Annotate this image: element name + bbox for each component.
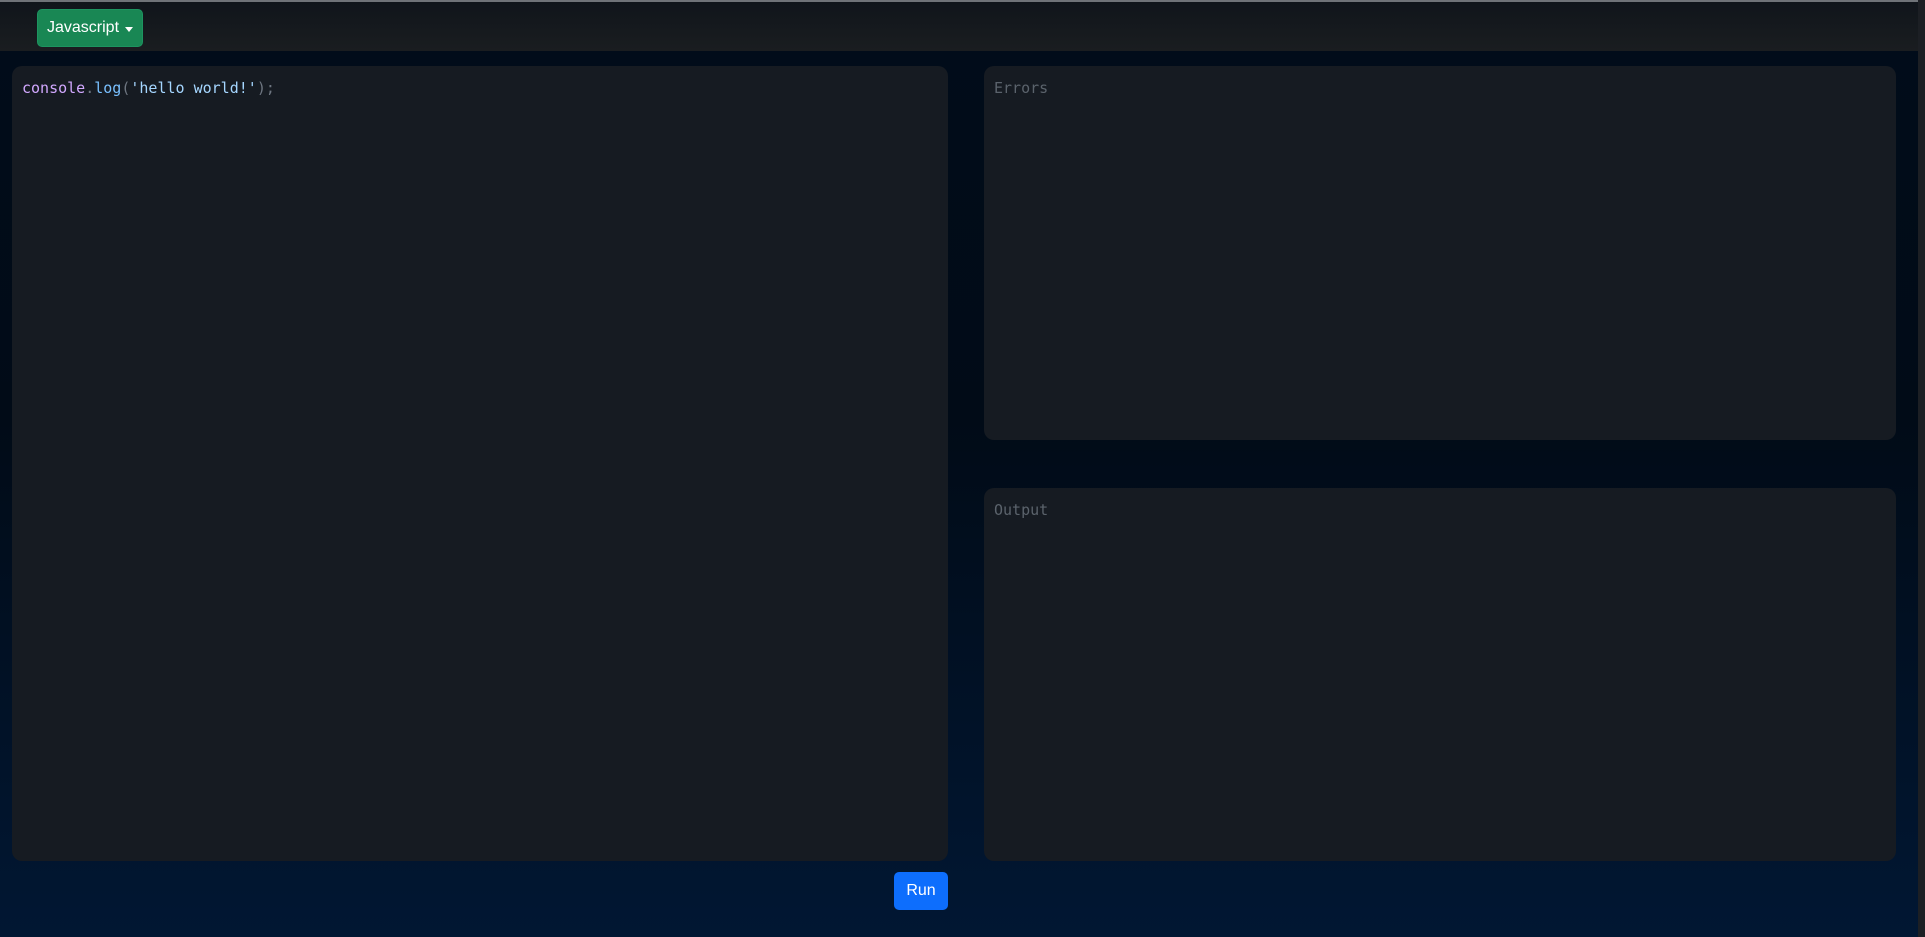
run-button[interactable]: Run — [894, 872, 948, 910]
output-panel[interactable]: Output — [984, 488, 1896, 861]
code-token-string: 'hello world!' — [130, 79, 257, 97]
errors-placeholder: Errors — [994, 79, 1049, 97]
code-token-object: console — [22, 79, 86, 97]
errors-panel[interactable]: Errors — [984, 66, 1896, 440]
code-token-close: ); — [256, 79, 275, 97]
caret-down-icon — [125, 26, 134, 32]
navbar: Javascript — [0, 2, 1925, 51]
code-token-dot: . — [85, 79, 95, 97]
code-line: console.log('hello world!'); — [22, 78, 938, 98]
language-label: Javascript — [46, 19, 120, 36]
output-placeholder: Output — [994, 501, 1049, 519]
code-editor[interactable]: console.log('hello world!'); — [12, 66, 948, 861]
scrollbar-track[interactable] — [1918, 0, 1925, 937]
language-dropdown-button[interactable]: Javascript — [37, 9, 143, 47]
code-token-method: log — [94, 79, 122, 97]
